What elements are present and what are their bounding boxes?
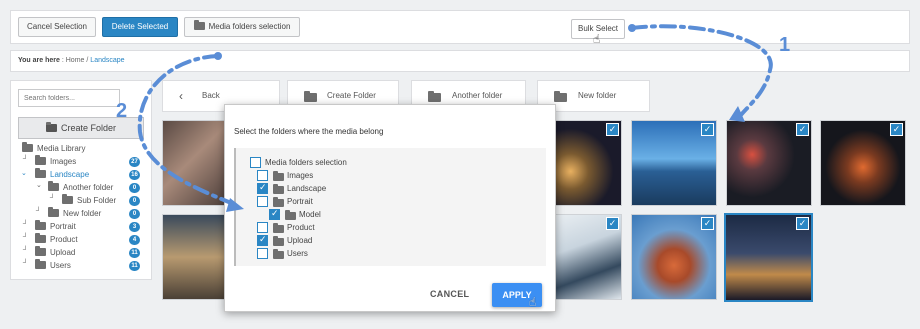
step-number-1: 1 — [779, 34, 791, 56]
arrow-start-dot — [214, 52, 222, 60]
step-number-2: 2 — [116, 100, 128, 122]
arrow-step-2 — [137, 54, 238, 207]
arrow-start-dot — [628, 24, 636, 32]
arrow-step-1 — [630, 24, 773, 122]
